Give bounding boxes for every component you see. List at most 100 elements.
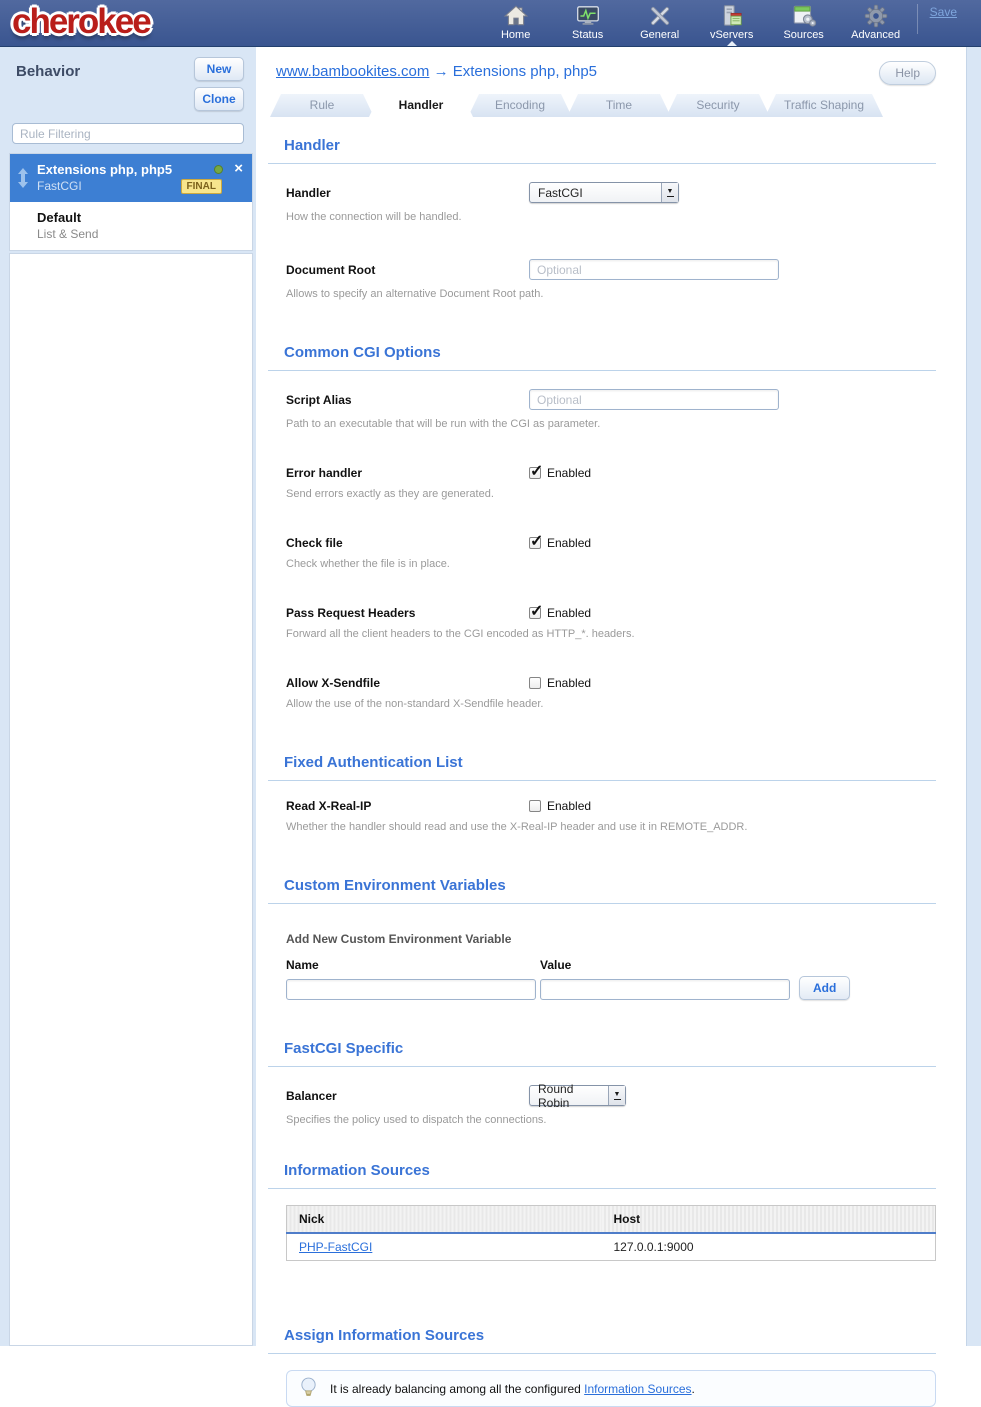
- handler-select-value: FastCGI: [530, 183, 661, 202]
- field-label: Read X-Real-IP: [286, 799, 529, 813]
- section-divider: [268, 163, 936, 164]
- section-title-custom-env: Custom Environment Variables: [284, 877, 936, 894]
- field-help: Whether the handler should read and use …: [286, 821, 936, 833]
- section-divider: [268, 1066, 936, 1067]
- information-sources-table: Nick Host PHP-FastCGI 127.0.0.1:9000: [286, 1205, 936, 1261]
- field-check-file: Check file Enabled Check whether the fil…: [286, 536, 936, 570]
- cherokee-logo[interactable]: cherokee: [12, 2, 150, 42]
- field-handler: Handler FastCGI ▼ How the connection wil…: [286, 182, 936, 223]
- help-button[interactable]: Help: [879, 61, 936, 85]
- balancer-select-value: Round Robin: [530, 1086, 608, 1105]
- information-sources-link[interactable]: Information Sources: [584, 1382, 691, 1396]
- rule-item-default[interactable]: Default List & Send: [10, 202, 252, 250]
- nav-item-label: vServers: [710, 29, 753, 41]
- field-error-handler: Error handler Enabled Send errors exactl…: [286, 466, 936, 500]
- field-balancer: Balancer Round Robin ▼ Specifies the pol…: [286, 1085, 936, 1126]
- document-root-input[interactable]: [529, 259, 779, 280]
- top-navbar: cherokee Home Status: [0, 0, 981, 47]
- gear-icon: [863, 2, 889, 29]
- field-script-alias: Script Alias Path to an executable that …: [286, 389, 936, 430]
- nav-item-general[interactable]: General: [631, 2, 689, 45]
- new-rule-button[interactable]: New: [194, 57, 244, 81]
- tab-traffic-shaping[interactable]: Traffic Shaping: [765, 94, 883, 117]
- section-title-handler: Handler: [284, 137, 936, 154]
- add-env-heading: Add New Custom Environment Variable: [286, 932, 936, 946]
- section-title-assign-sources: Assign Information Sources: [284, 1327, 936, 1344]
- rule-title: Extensions php, php5: [37, 162, 242, 177]
- rule-delete-icon[interactable]: ×: [234, 160, 243, 177]
- chevron-down-icon: ▼: [661, 183, 678, 202]
- section-title-fixed-auth: Fixed Authentication List: [284, 754, 936, 771]
- chevron-down-icon: ▼: [608, 1086, 625, 1105]
- section-title-info-sources: Information Sources: [284, 1162, 936, 1179]
- source-nick-link[interactable]: PHP-FastCGI: [299, 1240, 372, 1254]
- allow-x-sendfile-checkbox[interactable]: [529, 677, 541, 689]
- nav-item-label: Sources: [783, 29, 823, 41]
- tab-encoding[interactable]: Encoding: [468, 94, 572, 117]
- add-env-row: Name Value Add: [286, 958, 936, 1000]
- field-help: Path to an executable that will be run w…: [286, 418, 936, 430]
- save-link[interactable]: Save: [930, 5, 957, 19]
- balancing-note: It is already balancing among all the co…: [286, 1370, 936, 1407]
- clone-rule-button[interactable]: Clone: [194, 87, 244, 111]
- add-env-button[interactable]: Add: [799, 976, 850, 1000]
- nav-item-label: General: [640, 29, 679, 41]
- sources-icon: [791, 2, 817, 29]
- field-label: Allow X-Sendfile: [286, 676, 529, 690]
- navbar-separator: [917, 4, 918, 34]
- tab-handler[interactable]: Handler: [369, 94, 473, 117]
- rule-handler-type: List & Send: [37, 227, 242, 241]
- sidebar-title: Behavior: [16, 57, 80, 111]
- section-title-common-cgi: Common CGI Options: [284, 344, 936, 361]
- field-help: Send errors exactly as they are generate…: [286, 488, 936, 500]
- table-header-nick: Nick: [287, 1206, 602, 1234]
- section-divider: [268, 1353, 936, 1354]
- breadcrumb-rule-name: Extensions php, php5: [453, 63, 597, 80]
- pass-request-headers-checkbox[interactable]: [529, 607, 541, 619]
- field-allow-x-sendfile: Allow X-Sendfile Enabled Allow the use o…: [286, 676, 936, 710]
- scrollbar-track[interactable]: [966, 47, 981, 1346]
- nav-item-home[interactable]: Home: [487, 2, 545, 45]
- field-label: Balancer: [286, 1089, 529, 1103]
- field-pass-request-headers: Pass Request Headers Enabled Forward all…: [286, 606, 936, 640]
- field-help: Check whether the file is in place.: [286, 558, 936, 570]
- section-divider: [268, 370, 936, 371]
- rule-filter-input[interactable]: [12, 123, 244, 144]
- nav-item-advanced[interactable]: Advanced: [847, 2, 905, 45]
- rule-item-extensions-php[interactable]: Extensions php, php5 FastCGI × FINAL: [10, 154, 252, 202]
- field-help: Allow the use of the non-standard X-Send…: [286, 698, 936, 710]
- nav-item-vservers[interactable]: vServers: [703, 2, 761, 45]
- nav-item-sources[interactable]: Sources: [775, 2, 833, 45]
- nav-item-status[interactable]: Status: [559, 2, 617, 45]
- nav-item-label: Home: [501, 29, 530, 41]
- final-badge: FINAL: [181, 179, 222, 194]
- home-icon: [503, 2, 529, 29]
- error-handler-checkbox[interactable]: [529, 467, 541, 479]
- field-label: Pass Request Headers: [286, 606, 529, 620]
- handler-select[interactable]: FastCGI ▼: [529, 182, 679, 203]
- tab-time[interactable]: Time: [567, 94, 671, 117]
- field-help: How the connection will be handled.: [286, 211, 936, 223]
- breadcrumb-vserver-link[interactable]: www.bambookites.com: [276, 63, 429, 80]
- balancer-select[interactable]: Round Robin ▼: [529, 1085, 626, 1106]
- drag-handle-icon[interactable]: [17, 167, 29, 192]
- read-x-real-ip-checkbox[interactable]: [529, 800, 541, 812]
- field-label: Check file: [286, 536, 529, 550]
- env-value-input[interactable]: [540, 979, 790, 1000]
- rule-enabled-dot[interactable]: [214, 165, 223, 174]
- env-name-label: Name: [286, 958, 536, 972]
- vservers-icon: [719, 2, 745, 29]
- note-text: It is already balancing among all the co…: [330, 1382, 695, 1396]
- tab-security[interactable]: Security: [666, 94, 770, 117]
- tab-rule[interactable]: Rule: [270, 94, 374, 117]
- section-divider: [268, 780, 936, 781]
- env-name-input[interactable]: [286, 979, 536, 1000]
- page-body: Behavior New Clone Extensions php, php5 …: [0, 47, 981, 1346]
- navbar-items: Home Status General: [487, 2, 911, 45]
- breadcrumb: www.bambookites.com → Extensions php, ph…: [276, 61, 597, 80]
- script-alias-input[interactable]: [529, 389, 779, 410]
- check-file-checkbox[interactable]: [529, 537, 541, 549]
- main-content: www.bambookites.com → Extensions php, ph…: [256, 47, 966, 1346]
- field-label: Document Root: [286, 263, 529, 277]
- section-title-fastcgi: FastCGI Specific: [284, 1040, 936, 1057]
